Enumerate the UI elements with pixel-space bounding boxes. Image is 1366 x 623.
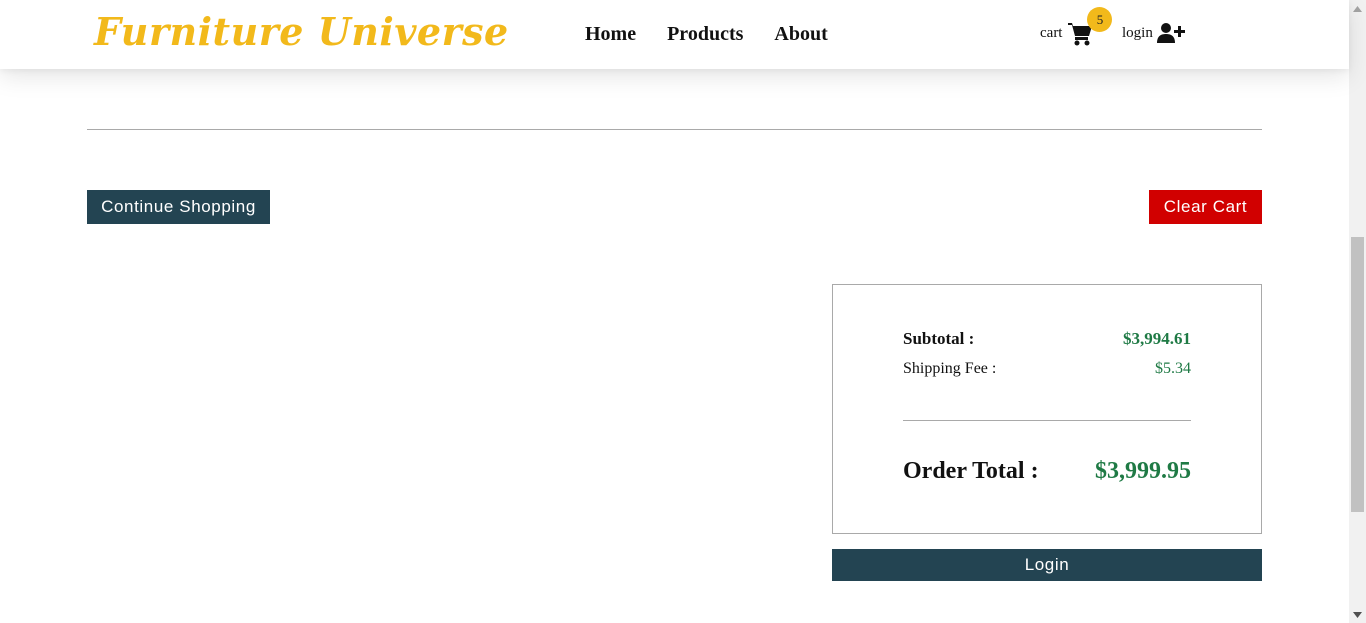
order-total-row: Order Total : $3,999.95 [903, 458, 1191, 485]
shipping-row: Shipping Fee : $5.34 [903, 360, 1191, 378]
order-total-label: Order Total : [903, 458, 1039, 484]
shipping-value: $5.34 [1155, 360, 1191, 377]
page-scrollbar[interactable] [1349, 0, 1366, 623]
shipping-label: Shipping Fee : [903, 360, 997, 377]
login-label: login [1122, 24, 1153, 41]
order-summary: Subtotal : $3,994.61 Shipping Fee : $5.3… [832, 284, 1262, 534]
subtotal-label: Subtotal : [903, 329, 975, 348]
clear-cart-button[interactable]: Clear Cart [1149, 190, 1262, 224]
scroll-down-arrow-icon[interactable] [1349, 606, 1366, 623]
cart-page: Furniture Universe Home Products About c… [0, 0, 1366, 623]
subtotal-value: $3,994.61 [1123, 329, 1191, 348]
nav-link-about[interactable]: About [774, 22, 827, 46]
continue-shopping-button[interactable]: Continue Shopping [87, 190, 270, 224]
login-button[interactable]: Login [832, 549, 1262, 581]
nav-link-home[interactable]: Home [585, 22, 636, 46]
cart-divider [87, 129, 1262, 130]
cart-count-badge: 5 [1087, 7, 1113, 32]
scroll-up-arrow-icon[interactable] [1349, 0, 1366, 17]
cart-label: cart [1040, 24, 1063, 41]
nav-links: Home Products About [585, 22, 859, 46]
navbar: Furniture Universe Home Products About c… [0, 0, 1349, 69]
summary-divider [903, 420, 1191, 421]
shopping-cart-icon: 5 [1067, 7, 1113, 47]
cart-link[interactable]: cart 5 [1040, 7, 1113, 50]
scrollbar-thumb[interactable] [1351, 237, 1364, 512]
nav-link-products[interactable]: Products [667, 22, 743, 46]
subtotal-row: Subtotal : $3,994.61 [903, 329, 1191, 349]
brand-logo[interactable]: Furniture Universe [94, 6, 509, 58]
login-link[interactable]: login [1122, 18, 1185, 48]
user-plus-icon [1156, 21, 1185, 45]
order-total-value: $3,999.95 [1095, 458, 1191, 484]
